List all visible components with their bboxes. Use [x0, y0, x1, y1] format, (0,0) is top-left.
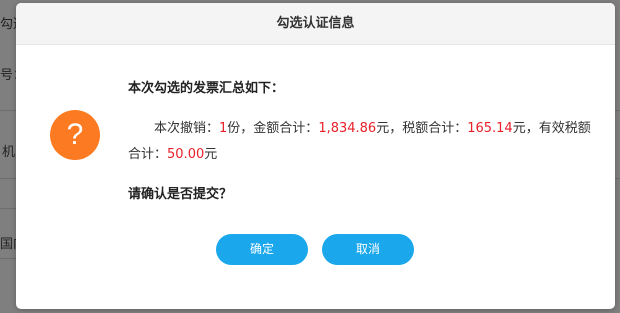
background-fragment: 机 — [2, 145, 16, 160]
confirm-dialog: 勾选认证信息 ? 本次勾选的发票汇总如下： 本次撤销：1份，金额合计：1,834… — [16, 3, 615, 309]
summary-label: 元，税额合计： — [376, 121, 468, 136]
confirm-question: 请确认是否提交？ — [128, 187, 233, 202]
cancel-button[interactable]: 取消 — [322, 234, 414, 265]
confirm-button[interactable]: 确定 — [216, 234, 308, 265]
question-icon: ? — [50, 110, 100, 160]
background-divider — [0, 208, 16, 209]
amount-total: 1,834.86 — [318, 121, 377, 136]
dialog-title: 勾选认证信息 — [16, 3, 615, 45]
background-divider — [0, 258, 16, 259]
summary-label: 本次撤销： — [154, 121, 220, 136]
summary-heading: 本次勾选的发票汇总如下： — [128, 81, 285, 96]
summary-label: 份，金额合计： — [227, 121, 319, 136]
tax-total: 165.14 — [467, 121, 513, 136]
summary-label: 元 — [204, 147, 218, 162]
background-divider — [0, 110, 16, 111]
background-divider — [0, 178, 16, 179]
valid-tax-total: 50.00 — [167, 147, 205, 162]
summary-text: 本次撤销：1份，金额合计：1,834.86元，税额合计：165.14元，有效税额… — [128, 116, 598, 168]
